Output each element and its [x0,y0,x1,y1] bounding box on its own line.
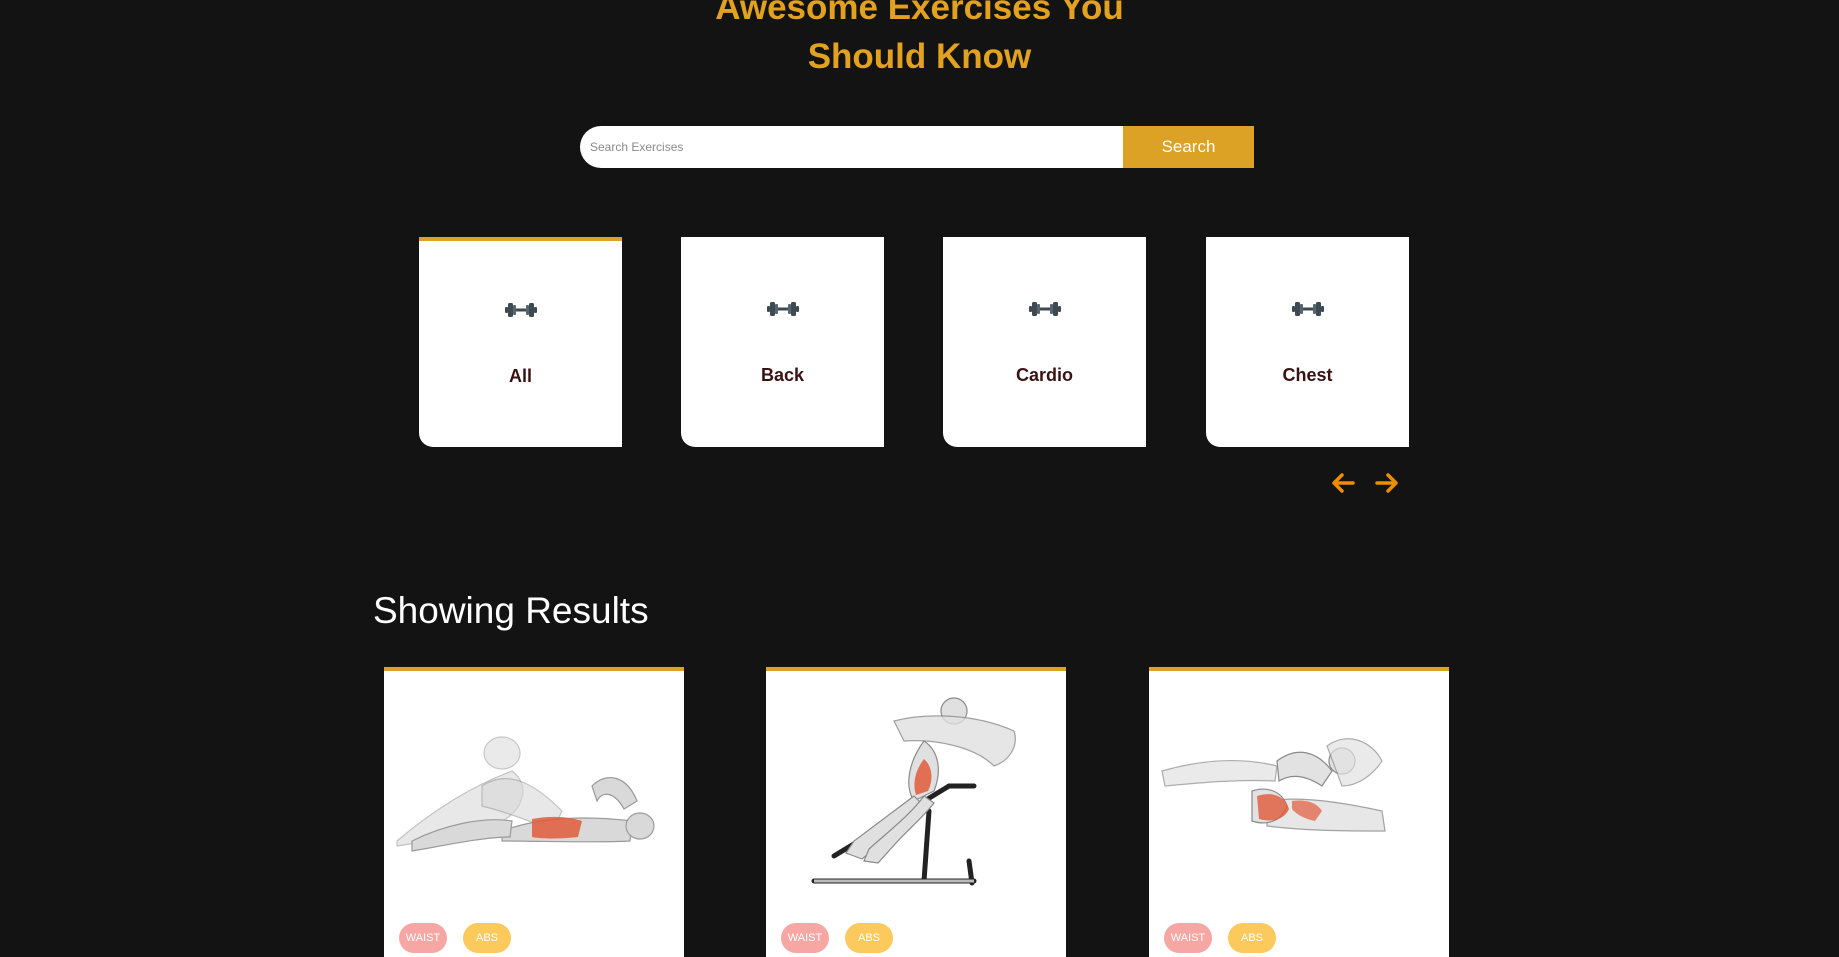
dumbbell-icon [504,303,537,317]
category-label: Cardio [1015,365,1073,385]
search-button[interactable]: Search [1123,126,1254,168]
search-input[interactable] [580,126,1123,168]
category-card-back[interactable]: Back [681,237,884,447]
hero-title-line-2: Should Know [807,37,1032,76]
body-part-tag[interactable]: WAIST [399,923,447,953]
exercises-page: Awesome Exercises You Should Know Search… [0,0,1839,957]
dumbbell-icon [766,302,799,316]
category-label: All [508,366,532,386]
target-muscle-tag[interactable]: ABS [463,923,511,953]
hero-title: Awesome Exercises You Should Know [0,0,1839,81]
decline-crunch-exercise-illustration [811,697,1016,886]
crunch-exercise-illustration [396,736,655,852]
dumbbell-icon [1028,302,1061,316]
hero-title-line-1: Awesome Exercises You [715,0,1124,27]
category-label: Chest [1282,365,1333,385]
category-card-chest[interactable]: Chest [1206,237,1409,447]
bicycle-crunch-exercise-illustration [1161,738,1386,832]
arrow-right-icon[interactable] [1373,469,1401,497]
exercise-card[interactable]: WAIST ABS [766,667,1066,957]
target-muscle-tag[interactable]: ABS [1228,923,1276,953]
target-muscle-tag[interactable]: ABS [845,923,893,953]
dumbbell-icon [1291,302,1324,316]
body-part-tag[interactable]: WAIST [781,923,829,953]
results-heading: Showing Results [373,590,649,631]
exercise-card[interactable]: WAIST ABS [384,667,684,957]
category-card-all[interactable]: All [419,237,622,447]
body-part-tag[interactable]: WAIST [1164,923,1212,953]
category-label: Back [760,365,805,385]
arrow-left-icon[interactable] [1329,469,1357,497]
exercise-card[interactable]: WAIST ABS [1149,667,1449,957]
category-card-cardio[interactable]: Cardio [943,237,1146,447]
search-bar: Search [580,126,1254,168]
